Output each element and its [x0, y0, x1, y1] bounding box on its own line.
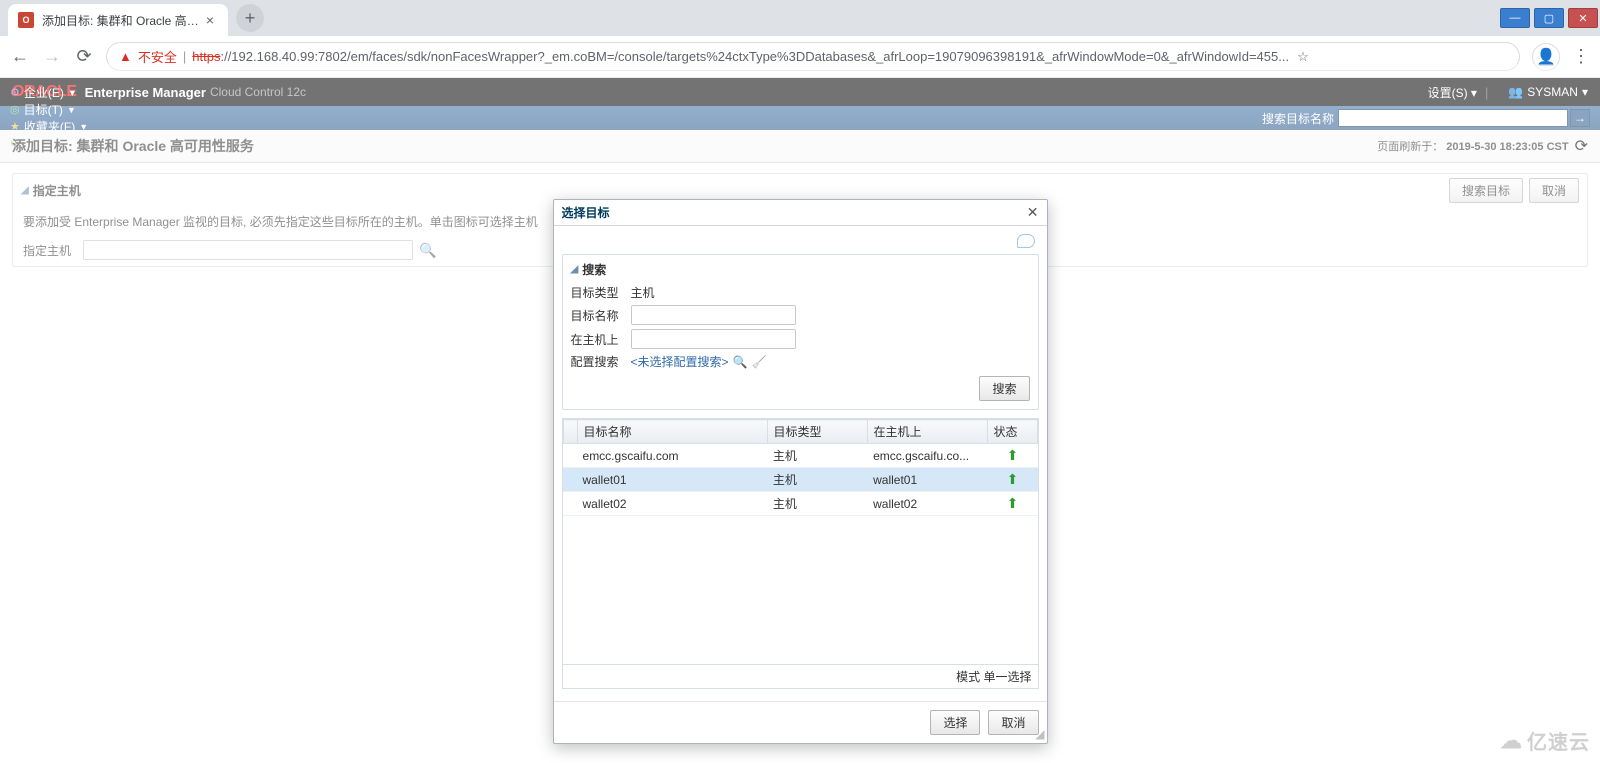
watermark: ☁亿速云	[1500, 726, 1590, 755]
favicon-icon: O	[18, 12, 34, 28]
table-row[interactable]: emcc.gscaifu.com主机emcc.gscaifu.co...⬆	[563, 444, 1038, 468]
modal-close-icon[interactable]: ✕	[1027, 204, 1039, 221]
tab-close-icon[interactable]: ×	[202, 12, 218, 28]
window-minimize-button[interactable]: —	[1500, 8, 1530, 28]
config-search-lookup-icon[interactable]: 🔍	[733, 355, 748, 369]
target-type-label: 目标类型	[571, 284, 631, 301]
target-name-label: 目标名称	[571, 307, 631, 324]
new-tab-button[interactable]: +	[236, 4, 264, 32]
col-target-name[interactable]: 目标名称	[577, 420, 767, 444]
modal-search-button[interactable]: 搜索	[979, 376, 1029, 401]
select-target-dialog: 选择目标 ✕ ◢搜索 目标类型 主机 目标名称 在主机上	[553, 199, 1048, 744]
modal-titlebar: 选择目标 ✕	[554, 200, 1047, 226]
col-on-host[interactable]: 在主机上	[867, 420, 987, 444]
config-search-clear-icon[interactable]: 🧹	[751, 355, 766, 369]
tab-strip: O 添加目标: 集群和 Oracle 高可用 × + — ▢ ✕	[0, 0, 1600, 36]
window-maximize-button[interactable]: ▢	[1534, 8, 1564, 28]
config-search-label: 配置搜索	[571, 353, 631, 370]
search-panel-title: 搜索	[582, 261, 606, 278]
hint-icon[interactable]	[1017, 234, 1035, 248]
bookmark-star-icon[interactable]: ☆	[1297, 49, 1309, 65]
selection-mode-bar: 模式 单一选择	[562, 665, 1039, 689]
url-divider: |	[183, 49, 186, 64]
status-up-icon: ⬆	[987, 468, 1037, 492]
url-text: https://192.168.40.99:7802/em/faces/sdk/…	[192, 49, 1289, 64]
search-panel: ◢搜索 目标类型 主机 目标名称 在主机上 配置搜索 <未选择配置搜索> 🔍	[562, 254, 1039, 410]
table-row[interactable]: wallet01主机wallet01⬆	[563, 468, 1038, 492]
modal-cancel-button[interactable]: 取消	[988, 710, 1038, 735]
col-target-type[interactable]: 目标类型	[767, 420, 867, 444]
modal-select-button[interactable]: 选择	[930, 710, 980, 735]
on-host-input[interactable]	[631, 329, 796, 349]
insecure-warning-icon: ▲	[119, 49, 132, 64]
modal-title: 选择目标	[562, 204, 610, 221]
tab-title: 添加目标: 集群和 Oracle 高可用	[42, 12, 202, 29]
result-table: 目标名称 目标类型 在主机上 状态 emcc.gscaifu.com主机emcc…	[562, 418, 1039, 665]
window-close-button[interactable]: ✕	[1568, 8, 1598, 28]
status-up-icon: ⬆	[987, 444, 1037, 468]
status-up-icon: ⬆	[987, 492, 1037, 516]
browser-tab[interactable]: O 添加目标: 集群和 Oracle 高可用 ×	[8, 4, 228, 36]
target-type-value: 主机	[631, 284, 655, 301]
disclose-icon[interactable]: ◢	[571, 264, 579, 275]
on-host-label: 在主机上	[571, 331, 631, 348]
cloud-icon: ☁	[1500, 728, 1523, 754]
col-status[interactable]: 状态	[987, 420, 1037, 444]
target-name-input[interactable]	[631, 305, 796, 325]
modal-overlay: 选择目标 ✕ ◢搜索 目标类型 主机 目标名称 在主机上	[0, 64, 1600, 763]
config-search-link[interactable]: <未选择配置搜索>	[631, 353, 729, 370]
window-controls: — ▢ ✕	[1498, 6, 1600, 30]
table-row[interactable]: wallet02主机wallet02⬆	[563, 492, 1038, 516]
